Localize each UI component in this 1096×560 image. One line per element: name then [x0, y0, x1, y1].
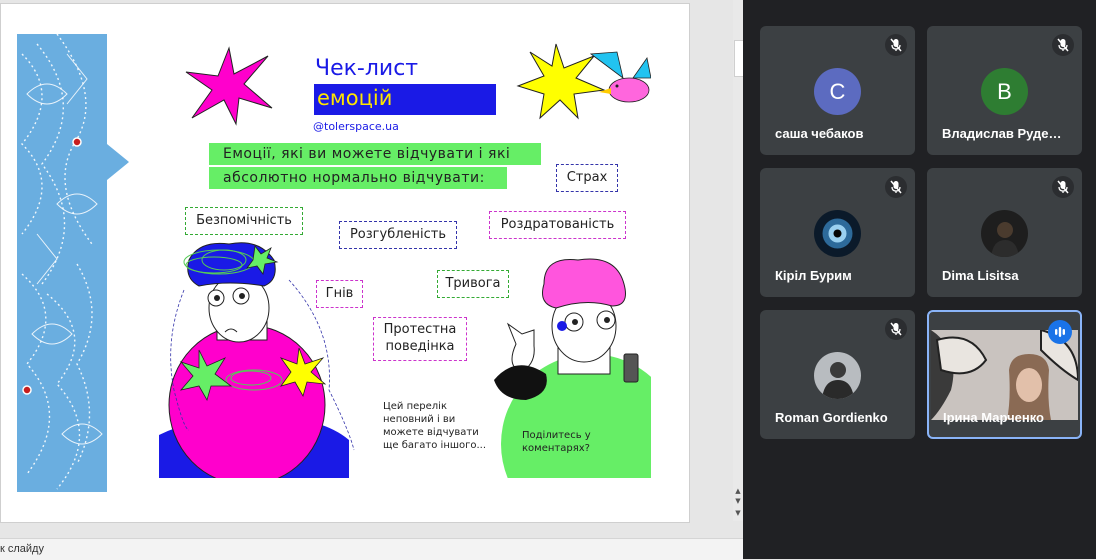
participant-tile[interactable]: Roman Gordienko: [760, 310, 915, 439]
person-photo-avatar: [814, 352, 861, 399]
participant-tile[interactable]: В Владислав Руде…: [927, 26, 1082, 155]
avatar: С: [814, 68, 861, 115]
notes-pane[interactable]: к слайду: [0, 538, 743, 560]
mic-off-icon: [1052, 34, 1074, 56]
slide-title-line2: емоцій: [317, 86, 393, 110]
share-line: коментарях?: [522, 443, 590, 454]
audio-level-icon: [1048, 320, 1072, 344]
participant-name: Dima Lisitsa: [942, 268, 1019, 283]
intro-text-line2: абсолютно нормально відчувати:: [223, 170, 485, 186]
scroll-next-icon[interactable]: ▼: [734, 509, 742, 517]
mic-off-icon: [1052, 176, 1074, 198]
participant-tile[interactable]: Кіріл Бурим: [760, 168, 915, 297]
presentation-editor: Чек-лист емоцій @tolerspace.ua Емоції, я…: [0, 0, 744, 560]
slide-title-line1: Чек-лист: [315, 56, 419, 81]
participant-name: Кіріл Бурим: [775, 268, 852, 283]
participant-name: Roman Gordienko: [775, 410, 888, 425]
participant-tile-speaking[interactable]: Ірина Марченко: [927, 310, 1082, 439]
left-person-illustration: [159, 242, 355, 478]
note-line: Цей перелік: [383, 401, 447, 412]
note-text: Цей перелік неповний і ви можете відчува…: [383, 400, 486, 452]
note-line: можете відчувати: [383, 427, 479, 438]
emotion-protest: Протестна поведінка: [373, 317, 467, 361]
notes-placeholder: к слайду: [0, 543, 44, 555]
note-line: неповний і ви: [383, 414, 456, 425]
emotion-helplessness: Безпомічність: [185, 207, 303, 235]
participants-panel: С саша чебаков В Владислав Руде… Кіріл Б…: [743, 0, 1096, 559]
participant-tile[interactable]: С саша чебаков: [760, 26, 915, 155]
participant-name: Ірина Марченко: [943, 410, 1044, 425]
participant-name: саша чебаков: [775, 126, 864, 141]
note-line: ще багато іншого...: [383, 440, 487, 451]
eye-photo-avatar: [814, 210, 861, 257]
bird-icon: [589, 51, 651, 103]
mic-off-icon: [885, 318, 907, 340]
mic-off-icon: [885, 34, 907, 56]
share-text: Поділитесь у коментарях?: [522, 429, 591, 455]
protest-line2: поведінка: [385, 339, 455, 354]
participant-name: Владислав Руде…: [942, 126, 1062, 141]
avatar: В: [981, 68, 1028, 115]
emotion-irritation: Роздратованість: [489, 211, 626, 239]
mic-off-icon: [885, 176, 907, 198]
magenta-star-icon: [185, 46, 273, 126]
share-line: Поділитесь у: [522, 430, 591, 441]
decorative-pattern-panel: [17, 34, 129, 492]
slide-canvas[interactable]: Чек-лист емоцій @tolerspace.ua Емоції, я…: [0, 3, 690, 523]
slide-handle: @tolerspace.ua: [313, 120, 399, 133]
scroll-down-icon[interactable]: ▼: [734, 497, 742, 505]
slide-scrollbar[interactable]: ▲ ▼ ▼: [733, 0, 744, 521]
scroll-up-icon[interactable]: ▲: [734, 487, 742, 495]
dark-photo-avatar: [981, 210, 1028, 257]
protest-line1: Протестна: [383, 322, 457, 337]
intro-text-line1: Емоції, які ви можете відчувати і які: [223, 146, 511, 162]
emotion-fear: Страх: [556, 164, 618, 192]
participant-tile[interactable]: Dima Lisitsa: [927, 168, 1082, 297]
